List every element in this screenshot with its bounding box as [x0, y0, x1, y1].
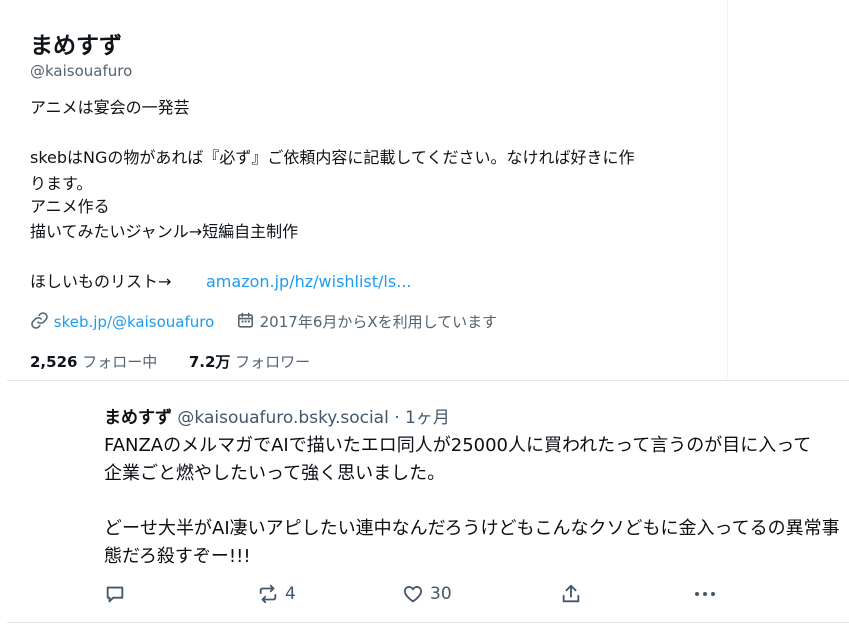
- post-text-line: 企業ごと燃やしたいって強く思いました。: [104, 463, 446, 484]
- bio-line: 描いてみたいジャンル→短編自主制作: [30, 222, 299, 241]
- link-icon: [30, 311, 49, 334]
- followers-link[interactable]: 7.2万 フォロワー: [189, 353, 310, 371]
- post-text-line: FANZAのメルマガでAIで描いたエロ同人が25000人に買われたって言うのが目…: [104, 435, 812, 456]
- following-count: 2,526: [30, 353, 78, 371]
- like-count: 30: [430, 584, 452, 604]
- post-action-bar: 4 30: [104, 583, 724, 607]
- more-icon: [693, 583, 717, 605]
- reply-icon: [104, 583, 126, 605]
- bsky-post-card[interactable]: まめすず @kaisouafuro.bsky.social · 1ヶ月 FANZ…: [7, 380, 849, 626]
- like-button[interactable]: 30: [402, 583, 452, 605]
- divider: [7, 622, 849, 623]
- wishlist-link[interactable]: amazon.jp/hz/wishlist/ls...: [206, 272, 411, 291]
- following-link[interactable]: 2,526 フォロー中: [30, 353, 157, 371]
- profile-meta-row: skeb.jp/@kaisouafuro 2017年6月からXを利用しています: [30, 311, 497, 333]
- bio-line: アニメ作る: [30, 197, 110, 216]
- bio-line: ります。: [30, 174, 93, 193]
- repost-icon: [257, 583, 279, 605]
- share-button[interactable]: [560, 583, 582, 605]
- repost-count: 4: [285, 584, 296, 604]
- reply-button[interactable]: [104, 583, 126, 605]
- bio-line: アニメは宴会の一発芸: [30, 98, 190, 117]
- calendar-icon: [236, 311, 255, 334]
- post-text-line: 態だろ殺すぞー!!!: [104, 546, 251, 567]
- repost-button[interactable]: 4: [257, 583, 296, 605]
- post-header: まめすず @kaisouafuro.bsky.social · 1ヶ月: [104, 403, 450, 428]
- profile-stats: 2,526 フォロー中 7.2万 フォロワー: [30, 351, 310, 372]
- followers-label: フォロワー: [235, 353, 311, 371]
- post-author-handle[interactable]: @kaisouafuro.bsky.social: [177, 408, 388, 428]
- followers-count: 7.2万: [188, 353, 231, 371]
- post-author-name[interactable]: まめすず: [104, 408, 172, 428]
- more-options-button[interactable]: [693, 583, 717, 605]
- post-text-line: どーせ大半がAI凄いアピしたい連中なんだろうけどもこんなクソどもに金入ってるの異…: [104, 518, 840, 539]
- post-timestamp[interactable]: · 1ヶ月: [394, 408, 450, 428]
- share-icon: [560, 583, 582, 605]
- following-label: フォロー中: [82, 353, 158, 371]
- profile-card: まめすず @kaisouafuro アニメは宴会の一発芸 skebはNGの物があ…: [0, 0, 728, 378]
- like-icon: [402, 583, 424, 605]
- skeb-link[interactable]: skeb.jp/@kaisouafuro: [54, 313, 215, 331]
- profile-display-name: まめすず: [30, 33, 122, 59]
- joined-date: 2017年6月からXを利用しています: [259, 313, 498, 331]
- profile-handle: @kaisouafuro: [30, 62, 133, 80]
- bio-line: ほしいものリスト→: [30, 272, 172, 291]
- bio-line: skebはNGの物があれば『必ず』ご依頼内容に記載してください。なければ好きに作: [30, 148, 635, 167]
